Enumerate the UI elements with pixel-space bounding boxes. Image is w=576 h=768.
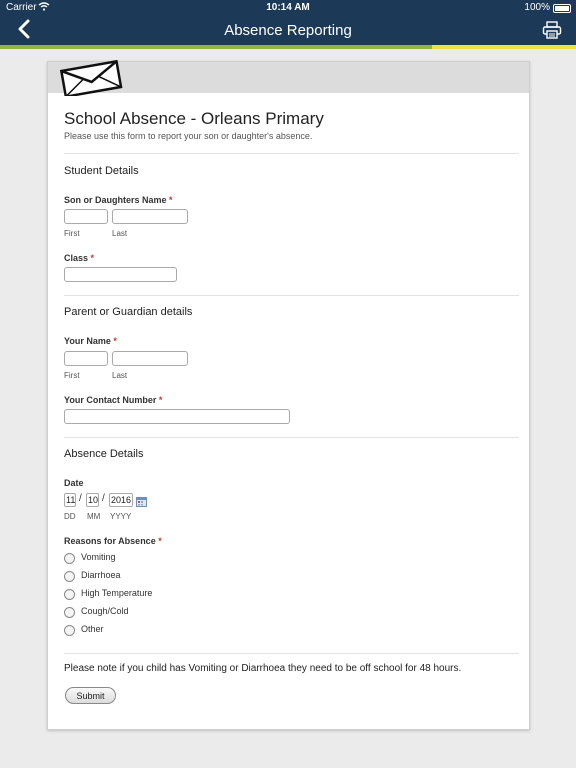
reason-label: Cough/Cold [81, 606, 129, 616]
nav-bar: Absence Reporting [0, 16, 576, 45]
section-title-absence: Absence Details [64, 448, 144, 460]
date-day-input[interactable]: 11 [64, 493, 76, 507]
battery-icon [553, 4, 571, 13]
child-last-label: Last [112, 229, 128, 238]
date-year-input[interactable]: 2016 [109, 493, 133, 507]
parent-last-name-input[interactable] [112, 351, 188, 366]
calendar-icon[interactable] [136, 494, 147, 507]
child-first-label: First [64, 229, 80, 238]
clock: 10:14 AM [266, 2, 310, 13]
class-label-text: Class [64, 253, 89, 263]
parent-name-label-text: Your Name [64, 336, 111, 346]
child-last-name-input[interactable] [112, 209, 188, 224]
yyyy-label: YYYY [110, 512, 132, 521]
nav-accent-bar [0, 45, 576, 49]
envelope-icon [59, 59, 123, 99]
page-title: Absence Reporting [224, 22, 352, 39]
divider [64, 295, 519, 296]
class-input[interactable] [64, 267, 177, 282]
absence-note: Please note if you child has Vomiting or… [64, 663, 462, 674]
parent-last-label: Last [112, 371, 128, 380]
class-label: Class * [64, 253, 94, 263]
contact-number-label-text: Your Contact Number [64, 395, 157, 405]
date-separator: / [79, 493, 82, 504]
reasons-label: Reasons for Absence * [64, 536, 162, 546]
divider [64, 153, 519, 154]
mm-label: MM [87, 512, 101, 521]
reason-label: Diarrhoea [81, 570, 121, 580]
reason-label: Vomiting [81, 552, 116, 562]
reasons-label-text: Reasons for Absence [64, 536, 156, 546]
radio-button[interactable] [64, 571, 75, 582]
nav-accent-highlight [432, 45, 576, 49]
parent-first-name-input[interactable] [64, 351, 108, 366]
child-name-label: Son or Daughters Name * [64, 195, 173, 205]
divider [64, 437, 519, 438]
parent-first-label: First [64, 371, 80, 380]
required-marker: * [113, 336, 117, 346]
required-marker: * [158, 395, 163, 405]
battery-percent: 100% [524, 2, 550, 13]
absence-form-card: School Absence - Orleans Primary Please … [47, 59, 530, 730]
radio-button[interactable] [64, 625, 75, 636]
reason-label: High Temperature [81, 588, 153, 598]
parent-name-label: Your Name * [64, 336, 117, 346]
date-separator: / [102, 493, 105, 504]
divider [64, 653, 519, 654]
form-title: School Absence - Orleans Primary [64, 109, 324, 128]
radio-button[interactable] [64, 553, 75, 564]
form-description: Please use this form to report your son … [64, 131, 313, 141]
date-month-input[interactable]: 10 [86, 493, 99, 507]
section-title-parent: Parent or Guardian details [64, 306, 193, 318]
required-marker: * [158, 536, 162, 546]
submit-button[interactable]: Submit [65, 687, 116, 704]
section-title-student: Student Details [64, 165, 139, 177]
radio-button[interactable] [64, 607, 75, 618]
child-first-name-input[interactable] [64, 209, 108, 224]
printer-icon[interactable] [542, 21, 562, 39]
form-header-banner [48, 59, 529, 99]
required-marker: * [90, 253, 95, 263]
dd-label: DD [64, 512, 76, 521]
date-label: Date [64, 478, 84, 488]
contact-number-label: Your Contact Number * [64, 395, 162, 405]
reason-label: Other [81, 624, 104, 634]
child-name-label-text: Son or Daughters Name [64, 195, 167, 205]
required-marker: * [169, 195, 173, 205]
radio-button[interactable] [64, 589, 75, 600]
status-bar: Carrier 10:14 AM 100% [0, 0, 576, 16]
contact-number-input[interactable] [64, 409, 290, 424]
